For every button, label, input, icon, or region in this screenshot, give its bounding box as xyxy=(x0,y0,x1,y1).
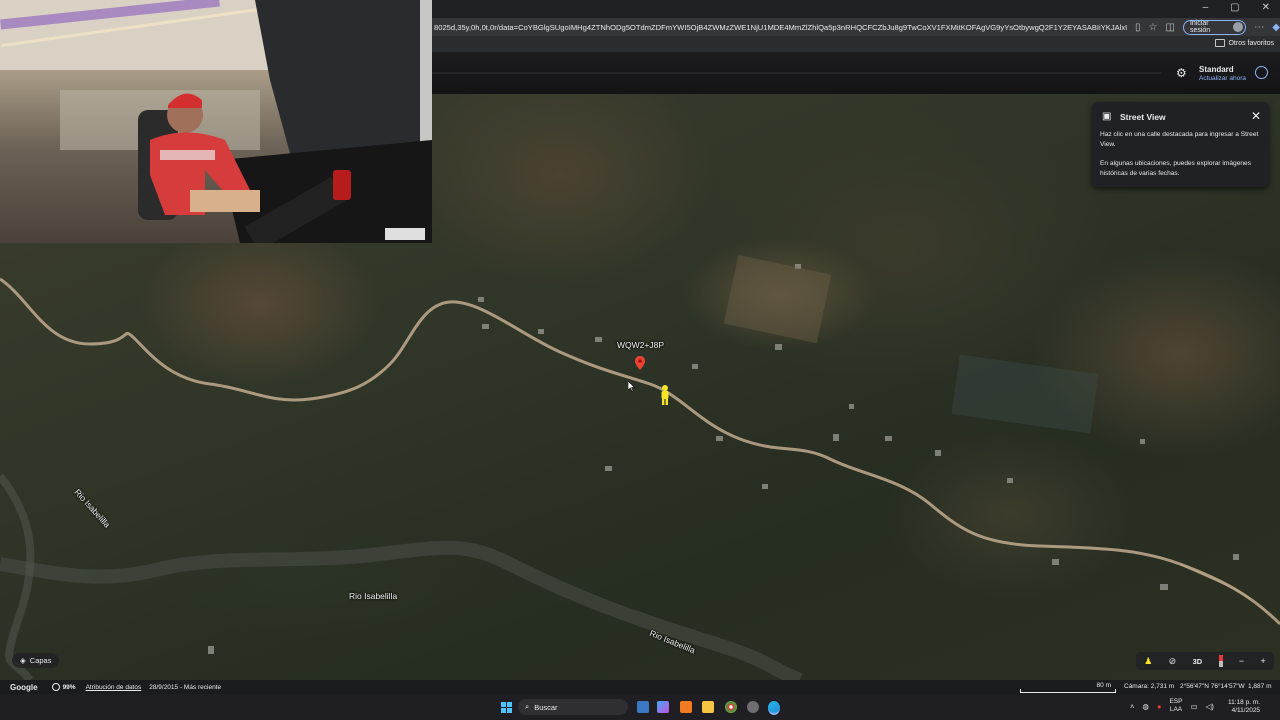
url-text[interactable]: 8025d,35y,0h,0t,0r/data=CoYBGlgSUgoIMHg4… xyxy=(432,23,1127,32)
mouse-cursor-icon xyxy=(628,381,636,392)
signin-label: Iniciar sesión xyxy=(1189,20,1211,34)
camera-altitude: Cámara: 2,731 m xyxy=(1124,683,1175,690)
language-indicator[interactable]: ESP LAA xyxy=(1169,698,1182,714)
map-controls: ♟ ⊘ 3D − + xyxy=(1136,652,1274,670)
signin-button[interactable]: Iniciar sesión xyxy=(1182,19,1247,35)
close-icon[interactable]: ✕ xyxy=(1251,109,1261,123)
webcam-scene xyxy=(0,0,432,243)
tray-app-icon[interactable]: ◍ xyxy=(1142,702,1149,711)
copilot-icon[interactable]: ◆ xyxy=(1272,22,1280,33)
plan-block[interactable]: Standard Actualizar ahora xyxy=(1199,65,1246,83)
scale-label: 80 m xyxy=(1096,682,1111,689)
river-bed xyxy=(0,540,803,680)
avatar-icon xyxy=(1233,22,1244,32)
zoom-out-button[interactable]: − xyxy=(1239,656,1244,666)
imagery-date[interactable]: 28/9/2015 - Más reciente xyxy=(149,684,221,691)
star-icon[interactable]: ☆ xyxy=(1149,22,1158,33)
zoom-in-button[interactable]: + xyxy=(1261,656,1266,666)
location-pin-icon[interactable] xyxy=(635,356,645,370)
maps-header: ⚙ Standard Actualizar ahora xyxy=(432,52,1280,94)
chevron-up-icon[interactable]: ˄ xyxy=(1130,702,1134,711)
street-view-text: Haz clic en una calle destacada para ing… xyxy=(1100,131,1259,148)
extensions-icon[interactable]: ◫ xyxy=(1166,22,1175,33)
elevation: 1,887 m xyxy=(1248,683,1272,690)
plan-title: Standard xyxy=(1199,65,1234,74)
layers-label: Capas xyxy=(29,656,52,665)
data-attribution-link[interactable]: Atribución de datos xyxy=(86,684,142,691)
page-icon[interactable]: ▯ xyxy=(1135,22,1141,33)
street-view-title: Street View xyxy=(1120,112,1166,122)
street-view-card: ▣ Street View ✕ Haz clic en una calle de… xyxy=(1092,102,1269,187)
network-icon[interactable]: ▭ xyxy=(1190,702,1197,711)
scale-line xyxy=(1020,689,1116,693)
app-icon[interactable] xyxy=(680,701,692,713)
upgrade-link[interactable]: Actualizar ahora xyxy=(1199,74,1246,83)
bookmarks-bar: Otros favoritos xyxy=(432,36,1280,52)
pegman-control-icon[interactable]: ♟ xyxy=(1144,656,1152,667)
attribution-bar: Google 99% Atribución de datos 28/9/2015… xyxy=(0,680,1280,694)
copilot-app-icon[interactable] xyxy=(657,701,669,713)
search-icon: ⌕ xyxy=(525,702,530,711)
gear-icon[interactable]: ⚙ xyxy=(1176,66,1187,80)
load-percent: 99% xyxy=(62,683,76,691)
system-tray: ˄ ◍ ● ESP LAA ▭ ◁) xyxy=(1130,698,1214,714)
street-view-text: En algunas ubicaciones, puedes explorar … xyxy=(1100,160,1252,177)
search-area[interactable] xyxy=(432,72,1162,74)
river-label[interactable]: Rio Isabelilla xyxy=(349,591,397,601)
app-icon[interactable] xyxy=(747,701,759,713)
layers-icon: ◈ xyxy=(20,656,26,665)
no-tilt-icon[interactable]: ⊘ xyxy=(1169,656,1177,667)
window-controls: – ▢ ✕ xyxy=(1203,2,1270,13)
compass-icon[interactable] xyxy=(1218,655,1223,667)
plus-code-label[interactable]: WQW2+J8P xyxy=(617,340,664,350)
microphone-icon[interactable]: ● xyxy=(1157,702,1162,711)
minimize-button[interactable]: – xyxy=(1203,2,1209,13)
volume-icon[interactable]: ◁) xyxy=(1206,702,1214,711)
field-patch xyxy=(951,354,1099,434)
field-patch xyxy=(723,254,832,344)
road xyxy=(0,277,1280,626)
search-placeholder: Buscar xyxy=(534,702,558,712)
lang-bottom: LAA xyxy=(1169,706,1183,713)
loading-ring-icon xyxy=(51,683,60,691)
maximize-button[interactable]: ▢ xyxy=(1230,2,1239,13)
3d-button[interactable]: 3D xyxy=(1193,657,1203,666)
other-favorites-label: Otros favoritos xyxy=(1228,39,1274,47)
google-logo: Google xyxy=(10,682,38,692)
other-favorites-button[interactable]: Otros favoritos xyxy=(1215,39,1274,47)
river-stream xyxy=(0,473,35,680)
street-view-icon: ▣ xyxy=(1102,111,1112,122)
pegman-icon[interactable] xyxy=(659,384,671,406)
clock-date: 4/11/2025 xyxy=(1231,707,1261,714)
edge-icon[interactable] xyxy=(768,701,780,715)
file-explorer-icon[interactable] xyxy=(702,701,714,713)
more-menu-icon[interactable]: ⋯ xyxy=(1254,22,1264,33)
lang-top: ESP xyxy=(1169,698,1183,705)
webcam-overlay xyxy=(0,0,432,243)
clock[interactable]: 11:18 p. m. 4/11/2025 xyxy=(1228,699,1260,715)
taskbar: ⌕ Buscar ˄ ◍ ● ESP LAA ▭ ◁) 11:18 p. m. … xyxy=(0,694,1280,720)
chrome-icon[interactable] xyxy=(725,701,737,713)
folder-icon xyxy=(1215,39,1226,47)
close-window-button[interactable]: ✕ xyxy=(1262,2,1270,13)
taskbar-search[interactable]: ⌕ Buscar xyxy=(518,699,628,715)
task-view-icon[interactable] xyxy=(637,701,649,713)
coordinates: 2°56'47"N 76°14'57"W xyxy=(1180,683,1245,690)
side-road xyxy=(1179,563,1251,600)
clock-time: 11:18 p. m. xyxy=(1228,699,1261,706)
windows-start-icon[interactable] xyxy=(501,702,512,713)
address-bar[interactable]: 8025d,35y,0h,0t,0r/data=CoYBGlgSUgoIMHg4… xyxy=(432,18,1280,36)
account-icon[interactable] xyxy=(1255,66,1268,79)
layers-button[interactable]: ◈ Capas xyxy=(12,653,60,668)
